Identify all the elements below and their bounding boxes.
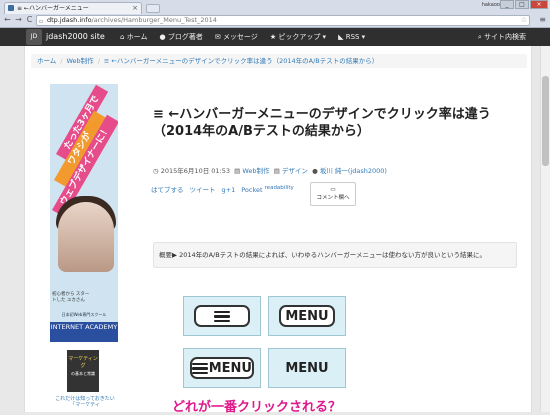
page-content: ホーム / Web制作 / ≡ ←ハンバーガーメニューのデザインでクリック率は違う（20… bbox=[24, 46, 532, 412]
banner-photo bbox=[58, 202, 114, 272]
hamburger-menu-button[interactable]: MENU bbox=[190, 357, 254, 379]
folder-icon: ▤ bbox=[234, 167, 241, 175]
rss-icon: ◣ bbox=[338, 33, 344, 41]
maximize-button[interactable]: □ bbox=[515, 0, 529, 9]
home-icon: ⌂ bbox=[120, 33, 125, 41]
site-logo[interactable]: JD bbox=[26, 29, 42, 45]
banner-tagline: 初心者から スタートした ユカさん bbox=[52, 292, 90, 303]
hamburger-icon bbox=[214, 310, 230, 323]
article-summary: 概要▶ 2014年のA/Bテストの結果によれば、いわゆるハンバーガーメニューは使… bbox=[153, 242, 517, 268]
breadcrumb-category[interactable]: Web制作 bbox=[67, 57, 94, 65]
hamburger-menu-label: MENU bbox=[208, 360, 252, 376]
search-icon: ⌕ bbox=[477, 33, 482, 41]
back-arrow-icon[interactable]: ← bbox=[3, 14, 12, 26]
menu-variant-icon-text: MENU bbox=[183, 348, 261, 388]
share-tweet[interactable]: ツイート bbox=[190, 186, 216, 194]
nav-item-author[interactable]: ● ブログ著者 bbox=[159, 28, 202, 46]
scrollbar-thumb[interactable] bbox=[542, 76, 549, 166]
book-caption[interactable]: これだけは知っておきたい「マーケティ bbox=[55, 396, 115, 408]
forward-arrow-icon[interactable]: → bbox=[14, 14, 23, 26]
ad-banner[interactable]: たった3ヶ月で ワタシが ウェブデザイナーに！ 初心者から スタートした ユカさ… bbox=[50, 84, 118, 342]
share-hatena[interactable]: はてブする bbox=[151, 186, 184, 194]
hamburger-button[interactable] bbox=[194, 305, 250, 327]
bookmark-star-icon[interactable]: ☆ bbox=[521, 16, 527, 25]
profile-name[interactable]: hakaoo bbox=[482, 2, 500, 8]
page-info-icon[interactable]: ▫ bbox=[39, 17, 43, 26]
new-tab-button[interactable] bbox=[146, 4, 160, 13]
browser-tab[interactable]: ≡ ←ハンバーガーメニュー × bbox=[4, 2, 142, 14]
menu-variant-text-plain: MENU bbox=[268, 348, 346, 388]
address-bar[interactable]: ▫ dtp.jdash.info/archives/Hamburger_Menu… bbox=[36, 15, 530, 26]
close-window-button[interactable]: × bbox=[530, 0, 548, 9]
post-date: 2015年6月10日 01:53 bbox=[160, 167, 230, 175]
article-meta: ◷ 2015年6月10日 01:53 ▤ Web制作 ▤ デザイン ● 坂川 純… bbox=[153, 165, 387, 175]
comment-label: コメント欄へ bbox=[316, 195, 350, 201]
nav-item-search[interactable]: ⌕ サイト内検索 bbox=[478, 28, 526, 46]
hamburger-icon bbox=[192, 362, 208, 375]
menu-variant-text-bordered: MENU bbox=[268, 296, 346, 336]
site-navbar: JD jdash2000 site ⌂ ホーム ● ブログ著者 ✉ メッセージ … bbox=[0, 28, 550, 46]
book-subtitle: の基本と常識 bbox=[71, 371, 95, 376]
nav-item-pickup[interactable]: ★ ピックアップ ▾ bbox=[270, 28, 326, 46]
clock-icon: ◷ bbox=[153, 167, 159, 175]
envelope-icon: ✉ bbox=[214, 33, 221, 41]
tag-icon: ▤ bbox=[273, 167, 280, 175]
banner-school: 日本初Web専門スクール bbox=[61, 312, 107, 317]
url-path: /archives/Hamburger_Menu_Test_2014 bbox=[91, 16, 217, 24]
tab-title: ≡ ←ハンバーガーメニュー bbox=[17, 5, 89, 12]
nav-item-message[interactable]: ✉ メッセージ bbox=[215, 28, 258, 46]
site-brand[interactable]: jdash2000 site bbox=[46, 28, 105, 46]
nav-item-home[interactable]: ⌂ ホーム bbox=[120, 28, 147, 46]
browser-menu-icon[interactable]: ≡ bbox=[539, 15, 546, 24]
window-controls: _ □ × bbox=[500, 0, 548, 9]
share-readability[interactable]: readability bbox=[265, 185, 294, 191]
site-nav-links: ⌂ ホーム ● ブログ著者 ✉ メッセージ ★ ピックアップ ▾ ◣ RSS ▾ bbox=[120, 28, 365, 46]
user-icon: ● bbox=[159, 33, 166, 41]
minimize-button[interactable]: _ bbox=[500, 0, 514, 9]
comment-link-button[interactable]: ▭ コメント欄へ bbox=[310, 182, 356, 206]
comment-icon: ▭ bbox=[330, 187, 336, 193]
post-author[interactable]: 坂川 純一(jdash2000) bbox=[320, 167, 387, 175]
favicon-icon bbox=[8, 5, 14, 11]
menu-plain-button[interactable]: MENU bbox=[269, 349, 345, 387]
question-heading: どれが一番クリックされる？ bbox=[172, 400, 342, 415]
page-scrollbar[interactable] bbox=[540, 46, 550, 412]
book-cover[interactable]: マーケティング の基本と常識 bbox=[67, 350, 99, 392]
article-title: ≡ ←ハンバーガーメニューのデザインでクリック率は違う（2014年のA/Bテスト… bbox=[153, 107, 491, 139]
post-tag[interactable]: デザイン bbox=[282, 167, 308, 175]
menu-variant-icon-only bbox=[183, 296, 261, 336]
url-host: dtp.jdash.info bbox=[47, 16, 92, 24]
book-title: マーケティング bbox=[68, 356, 98, 369]
reload-icon[interactable]: C bbox=[25, 14, 34, 26]
share-links: はてブする ツイート g+1 Pocket readability bbox=[151, 184, 294, 194]
post-category[interactable]: Web制作 bbox=[242, 167, 269, 175]
menu-text-button[interactable]: MENU bbox=[279, 305, 335, 327]
star-icon: ★ bbox=[269, 33, 277, 41]
breadcrumb: ホーム / Web制作 / ≡ ←ハンバーガーメニューのデザインでクリック率は違う（20… bbox=[31, 54, 527, 68]
share-pocket[interactable]: Pocket bbox=[241, 186, 262, 194]
breadcrumb-current[interactable]: ≡ ←ハンバーガーメニューのデザインでクリック率は違う（2014年のA/Bテスト… bbox=[104, 57, 378, 65]
author-icon: ● bbox=[312, 167, 318, 175]
nav-item-rss[interactable]: ◣ RSS ▾ bbox=[338, 28, 365, 46]
browser-chrome: ≡ ←ハンバーガーメニュー × hakaoo _ □ × ← → C ▫ dtp… bbox=[0, 0, 550, 28]
share-gplus[interactable]: g+1 bbox=[222, 186, 236, 194]
breadcrumb-home[interactable]: ホーム bbox=[37, 57, 56, 65]
nav-buttons: ← → C bbox=[3, 14, 34, 26]
banner-academy[interactable]: INTERNET ACADEMY bbox=[50, 322, 118, 342]
tab-close-icon[interactable]: × bbox=[132, 3, 138, 14]
